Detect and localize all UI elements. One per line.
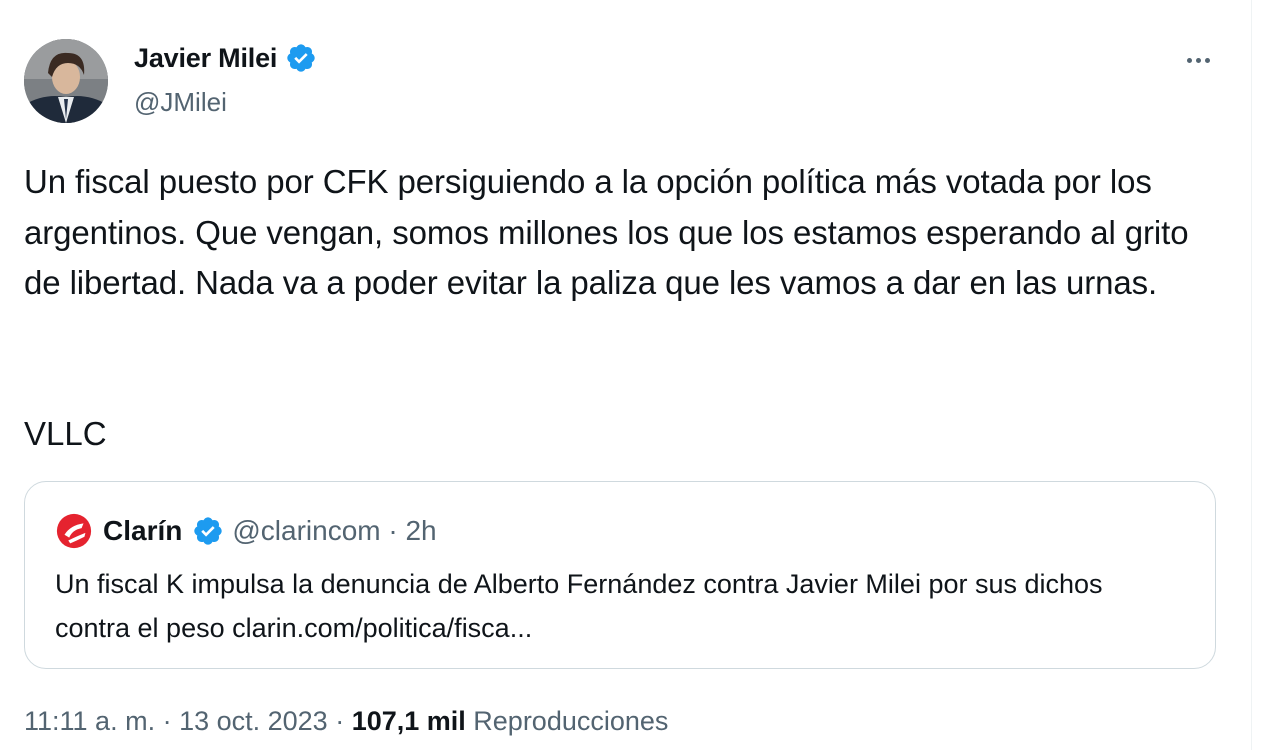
verified-badge-icon bbox=[287, 44, 315, 72]
quoted-tweet-text: Un fiscal K impulsa la denuncia de Alber… bbox=[55, 569, 1103, 643]
more-horizontal-icon bbox=[1186, 57, 1192, 63]
author-name[interactable]: Javier Milei bbox=[134, 43, 277, 74]
tweet[interactable]: Javier Milei @JMilei Un fiscal puesto po… bbox=[0, 0, 1251, 750]
views-label: Reproducciones bbox=[465, 706, 669, 736]
quoted-author-name: Clarín bbox=[103, 515, 183, 546]
meta-separator: · bbox=[327, 706, 352, 736]
tweet-time[interactable]: 11:11 a. m. bbox=[24, 706, 155, 736]
verified-badge-icon bbox=[194, 517, 223, 545]
more-horizontal-icon bbox=[1195, 57, 1201, 63]
quoted-separator: · bbox=[380, 515, 406, 546]
quoted-tweet-header: Clarín @clarincom · 2h bbox=[55, 512, 437, 550]
author-name-row[interactable]: Javier Milei bbox=[134, 42, 317, 74]
quoted-author-handle: @clarincom bbox=[232, 515, 381, 546]
tweet-metadata: 11:11 a. m. · 13 oct. 2023 · 107,1 mil R… bbox=[24, 706, 668, 737]
more-options-button[interactable] bbox=[1176, 44, 1220, 76]
clarin-logo-icon bbox=[56, 513, 92, 549]
view-count: 107,1 mil bbox=[351, 706, 466, 736]
avatar[interactable] bbox=[24, 39, 108, 123]
more-horizontal-icon bbox=[1204, 57, 1210, 63]
quoted-time: 2h bbox=[405, 515, 437, 546]
tweet-date[interactable]: 13 oct. 2023 bbox=[179, 706, 328, 736]
tweet-body: Un fiscal puesto por CFK persiguiendo a … bbox=[24, 163, 1189, 301]
quoted-tweet-card[interactable]: Clarín @clarincom · 2h Un fiscal K impul… bbox=[24, 481, 1216, 669]
meta-separator: · bbox=[155, 706, 180, 736]
tweet-text: Un fiscal puesto por CFK persiguiendo a … bbox=[24, 157, 1214, 309]
column-divider bbox=[1251, 0, 1252, 750]
tweet-sign-off: VLLC bbox=[24, 415, 107, 452]
author-handle[interactable]: @JMilei bbox=[134, 87, 227, 118]
